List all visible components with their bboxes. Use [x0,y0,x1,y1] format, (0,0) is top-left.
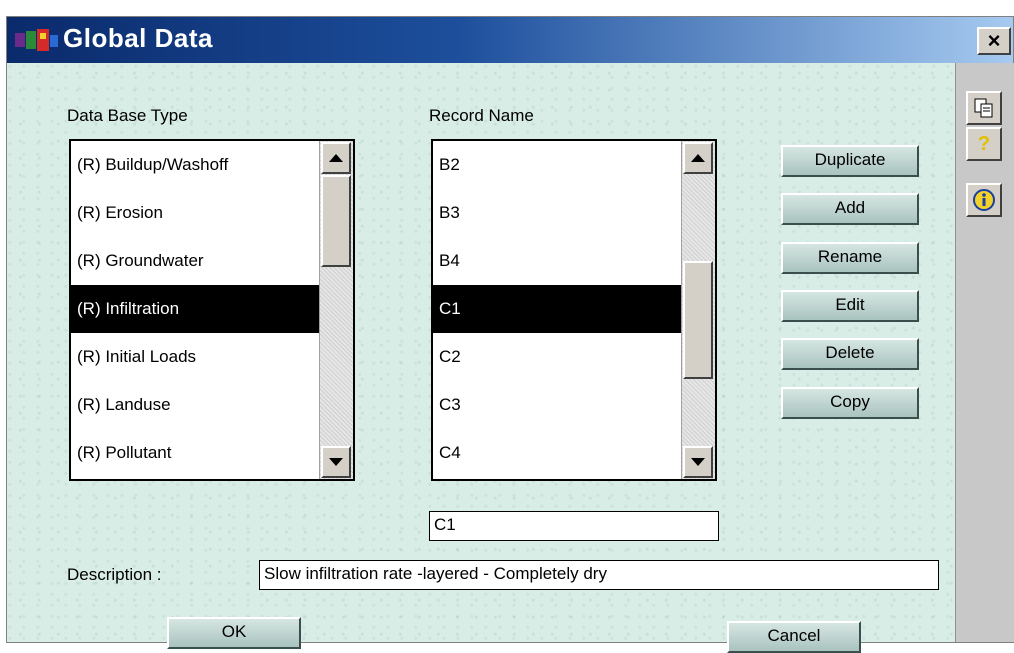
database-type-label: Data Base Type [67,106,188,125]
ok-button[interactable]: OK [167,617,301,649]
list-item[interactable]: (R) Pollutant [71,429,321,477]
rename-button[interactable]: Rename [781,242,919,274]
copy-icon[interactable] [966,91,1002,125]
list-item[interactable]: C4 [433,429,683,477]
record-name-input[interactable]: C1 [429,511,719,541]
app-icon [15,29,58,51]
scroll-up-icon[interactable] [683,142,713,174]
list-item[interactable]: (R) Buildup/Washoff [71,141,321,189]
list-item[interactable]: (R) Landuse [71,381,321,429]
scroll-down-icon[interactable] [321,446,351,478]
delete-button[interactable]: Delete [781,338,919,370]
list-item[interactable]: B4 [433,237,683,285]
duplicate-button[interactable]: Duplicate [781,145,919,177]
list-item[interactable]: (R) Initial Loads [71,333,321,381]
copy-button[interactable]: Copy [781,387,919,419]
record-name-listbox[interactable]: B2 B3 B4 C1 C2 C3 C4 [431,139,717,481]
list-item[interactable]: C2 [433,333,683,381]
record-name-label: Record Name [429,106,534,125]
side-toolbar: ? [955,63,1014,642]
dialog-body: Data Base Type Record Name (R) Buildup/W… [7,63,955,653]
title-bar[interactable]: Global Data × [7,17,1013,63]
list-item[interactable]: (R) Erosion [71,189,321,237]
info-icon[interactable] [966,183,1002,217]
list-item[interactable]: (R) Infiltration [71,285,321,333]
close-button[interactable]: × [977,27,1011,55]
window-title: Global Data [63,23,213,53]
scroll-thumb[interactable] [321,175,351,267]
scroll-down-icon[interactable] [683,446,713,478]
edit-button[interactable]: Edit [781,290,919,322]
database-type-listbox[interactable]: (R) Buildup/Washoff (R) Erosion (R) Ground… [69,139,355,481]
help-icon[interactable]: ? [966,127,1002,161]
scroll-thumb[interactable] [683,261,713,379]
list-item[interactable]: B2 [433,141,683,189]
list-item[interactable]: C3 [433,381,683,429]
record-name-scrollbar[interactable] [681,141,715,479]
list-item[interactable]: B3 [433,189,683,237]
description-field[interactable]: Slow infiltration rate -layered - Comple… [259,560,939,590]
list-item[interactable]: C1 [433,285,683,333]
cancel-button[interactable]: Cancel [727,621,861,653]
list-item[interactable]: (R) Groundwater [71,237,321,285]
description-label: Description : [67,565,162,584]
database-type-scrollbar[interactable] [319,141,353,479]
scroll-up-icon[interactable] [321,142,351,174]
add-button[interactable]: Add [781,193,919,225]
global-data-window: Global Data × Data Base Type Record Name… [6,16,1014,653]
